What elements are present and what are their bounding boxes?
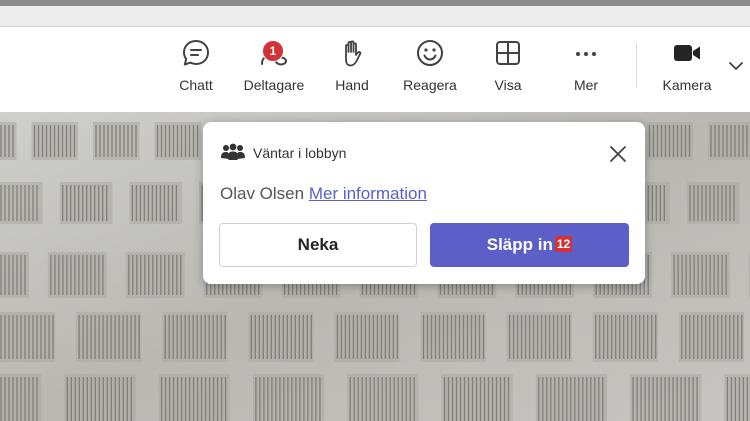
waiting-person-name: Olav Olsen bbox=[220, 184, 305, 203]
chat-button[interactable]: Chatt bbox=[170, 27, 222, 107]
camera-icon bbox=[671, 37, 703, 69]
close-icon[interactable] bbox=[607, 143, 629, 165]
deny-button[interactable]: Neka bbox=[219, 223, 417, 267]
waiting-person-line: Olav Olsen Mer information bbox=[220, 184, 427, 204]
meeting-toolbar: Chatt Deltagare 1 Hand Reagera Visa Mer bbox=[0, 27, 750, 107]
participants-badge: 1 bbox=[262, 40, 284, 62]
toolbar-divider bbox=[636, 43, 637, 87]
view-button[interactable]: Visa bbox=[488, 27, 528, 107]
react-button[interactable]: Reagera bbox=[398, 27, 462, 107]
more-icon bbox=[570, 37, 602, 69]
view-label: Visa bbox=[494, 77, 522, 93]
chat-label: Chatt bbox=[179, 77, 213, 93]
raise-hand-button[interactable]: Hand bbox=[328, 27, 376, 107]
lobby-notification: Väntar i lobbyn Olav Olsen Mer informati… bbox=[203, 122, 645, 284]
react-label: Reagera bbox=[403, 77, 457, 93]
hand-label: Hand bbox=[335, 77, 369, 93]
admit-label: Släpp in bbox=[486, 235, 553, 254]
camera-button[interactable]: Kamera bbox=[658, 27, 716, 107]
lobby-title: Väntar i lobbyn bbox=[253, 145, 347, 161]
participants-label: Deltagare bbox=[243, 77, 305, 93]
participants-button[interactable]: Deltagare bbox=[236, 27, 312, 107]
hand-icon bbox=[336, 37, 368, 69]
smiley-icon bbox=[414, 37, 446, 69]
more-info-link[interactable]: Mer information bbox=[309, 184, 427, 203]
more-label: Mer bbox=[573, 77, 599, 93]
admit-count-badge: 12 bbox=[554, 236, 573, 252]
more-button[interactable]: Mer bbox=[566, 27, 606, 107]
chat-icon bbox=[180, 37, 212, 69]
camera-options-chevron-icon[interactable] bbox=[727, 57, 745, 75]
people-group-icon bbox=[220, 142, 246, 164]
camera-label: Kamera bbox=[662, 77, 712, 93]
grid-icon bbox=[492, 37, 524, 69]
browser-top-bar bbox=[0, 0, 750, 27]
admit-button[interactable]: Släpp in 12 bbox=[430, 223, 629, 267]
